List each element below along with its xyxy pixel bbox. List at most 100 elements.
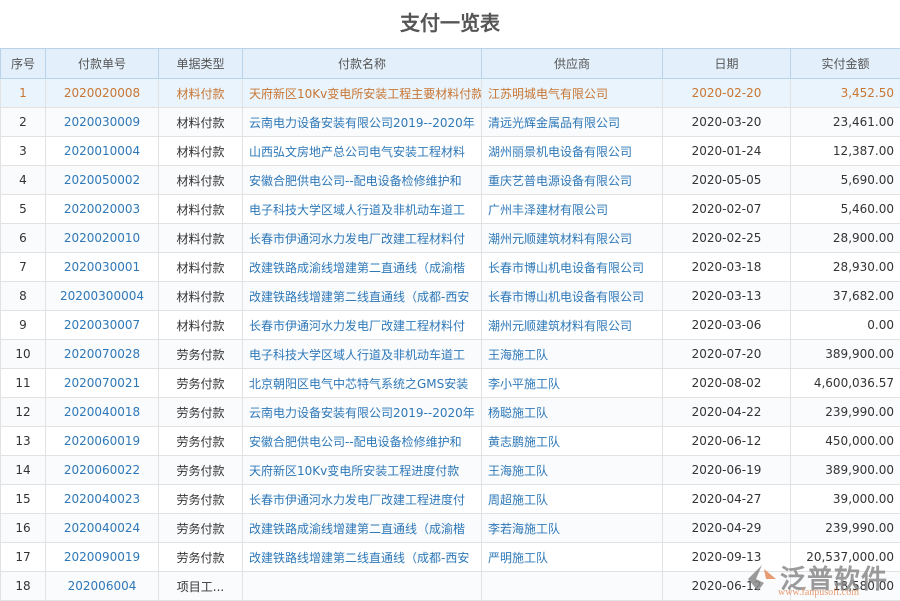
header-col-index[interactable]: 序号: [1, 49, 46, 79]
cell-supplier[interactable]: 李若海施工队: [482, 514, 663, 543]
cell-date: 2020-04-27: [663, 485, 791, 514]
cell-supplier[interactable]: 严明施工队: [482, 543, 663, 572]
cell-payment-name[interactable]: 安徽合肥供电公司--配电设备检修维护和: [243, 427, 482, 456]
cell-payment-name[interactable]: 长春市伊通河水力发电厂改建工程材料付: [243, 311, 482, 340]
table-row[interactable]: 42020050002材料付款安徽合肥供电公司--配电设备检修维护和重庆艺普电源…: [1, 166, 900, 195]
cell-payment-name[interactable]: [243, 572, 482, 601]
cell-payment-name[interactable]: 改建铁路线增建第二线直通线（成都-西安: [243, 543, 482, 572]
table-row[interactable]: 52020020003材料付款电子科技大学区域人行道及非机动车道工广州丰泽建材有…: [1, 195, 900, 224]
cell-payment-name[interactable]: 云南电力设备安装有限公司2019--2020年: [243, 398, 482, 427]
cell-doc-type: 材料付款: [159, 108, 243, 137]
cell-date: 2020-06-12: [663, 427, 791, 456]
cell-payment-name[interactable]: 天府新区10Kv变电所安装工程进度付款: [243, 456, 482, 485]
cell-payment-no[interactable]: 2020070021: [46, 369, 159, 398]
cell-payment-name[interactable]: 电子科技大学区域人行道及非机动车道工: [243, 340, 482, 369]
cell-supplier[interactable]: 杨聪施工队: [482, 398, 663, 427]
cell-payment-no[interactable]: 2020030007: [46, 311, 159, 340]
table-row[interactable]: 22020030009材料付款云南电力设备安装有限公司2019--2020年清远…: [1, 108, 900, 137]
cell-supplier[interactable]: 黄志鹏施工队: [482, 427, 663, 456]
cell-payment-no[interactable]: 2020030009: [46, 108, 159, 137]
table-row[interactable]: 152020040023劳务付款长春市伊通河水力发电厂改建工程进度付周超施工队2…: [1, 485, 900, 514]
cell-payment-no[interactable]: 2020060019: [46, 427, 159, 456]
cell-amount: 37,682.00: [791, 282, 900, 311]
cell-supplier[interactable]: 湖州丽景机电设备有限公司: [482, 137, 663, 166]
cell-payment-name[interactable]: 长春市伊通河水力发电厂改建工程进度付: [243, 485, 482, 514]
cell-payment-no[interactable]: 2020030001: [46, 253, 159, 282]
cell-payment-name[interactable]: 改建铁路成渝线增建第二直通线（成渝楷: [243, 514, 482, 543]
header-col-payment-no[interactable]: 付款单号: [46, 49, 159, 79]
header-col-date[interactable]: 日期: [663, 49, 791, 79]
cell-payment-name[interactable]: 改建铁路成渝线增建第二直通线（成渝楷: [243, 253, 482, 282]
cell-amount: 389,900.00: [791, 456, 900, 485]
cell-amount: 28,930.00: [791, 253, 900, 282]
cell-supplier[interactable]: 王海施工队: [482, 340, 663, 369]
cell-doc-type: 材料付款: [159, 311, 243, 340]
header-col-amount[interactable]: 实付金额: [791, 49, 900, 79]
cell-payment-no[interactable]: 2020050002: [46, 166, 159, 195]
cell-date: 2020-01-24: [663, 137, 791, 166]
cell-payment-name[interactable]: 山西弘文房地产总公司电气安装工程材料: [243, 137, 482, 166]
cell-doc-type: 材料付款: [159, 166, 243, 195]
cell-supplier[interactable]: 潮州元顺建筑材料有限公司: [482, 311, 663, 340]
header-col-doc-type[interactable]: 单据类型: [159, 49, 243, 79]
table-row[interactable]: 142020060022劳务付款天府新区10Kv变电所安装工程进度付款王海施工队…: [1, 456, 900, 485]
cell-amount: 0.00: [791, 311, 900, 340]
table-row[interactable]: 102020070028劳务付款电子科技大学区域人行道及非机动车道工王海施工队2…: [1, 340, 900, 369]
table-row[interactable]: 820200300004材料付款改建铁路线增建第二线直通线（成都-西安长春市博山…: [1, 282, 900, 311]
cell-supplier[interactable]: 重庆艺普电源设备有限公司: [482, 166, 663, 195]
cell-supplier[interactable]: 潮州元顺建筑材料有限公司: [482, 224, 663, 253]
cell-doc-type: 劳务付款: [159, 543, 243, 572]
cell-payment-no[interactable]: 2020010004: [46, 137, 159, 166]
cell-payment-no[interactable]: 2020020008: [46, 79, 159, 108]
cell-payment-name[interactable]: 北京朝阳区电气中芯特气系统之GMS安装: [243, 369, 482, 398]
table-row[interactable]: 72020030001材料付款改建铁路成渝线增建第二直通线（成渝楷长春市博山机电…: [1, 253, 900, 282]
cell-supplier[interactable]: 王海施工队: [482, 456, 663, 485]
cell-supplier[interactable]: 长春市博山机电设备有限公司: [482, 253, 663, 282]
cell-payment-no[interactable]: 202006004: [46, 572, 159, 601]
cell-index: 11: [1, 369, 46, 398]
table-row[interactable]: 132020060019劳务付款安徽合肥供电公司--配电设备检修维护和黄志鹏施工…: [1, 427, 900, 456]
cell-payment-no[interactable]: 2020020010: [46, 224, 159, 253]
cell-index: 17: [1, 543, 46, 572]
cell-date: 2020-02-20: [663, 79, 791, 108]
table-row[interactable]: 112020070021劳务付款北京朝阳区电气中芯特气系统之GMS安装李小平施工…: [1, 369, 900, 398]
table-row[interactable]: 32020010004材料付款山西弘文房地产总公司电气安装工程材料湖州丽景机电设…: [1, 137, 900, 166]
cell-supplier[interactable]: 周超施工队: [482, 485, 663, 514]
cell-payment-name[interactable]: 长春市伊通河水力发电厂改建工程材料付: [243, 224, 482, 253]
header-col-payment-name[interactable]: 付款名称: [243, 49, 482, 79]
cell-payment-no[interactable]: 2020040018: [46, 398, 159, 427]
cell-doc-type: 材料付款: [159, 79, 243, 108]
table-row[interactable]: 62020020010材料付款长春市伊通河水力发电厂改建工程材料付潮州元顺建筑材…: [1, 224, 900, 253]
cell-payment-no[interactable]: 20200300004: [46, 282, 159, 311]
cell-supplier[interactable]: 长春市博山机电设备有限公司: [482, 282, 663, 311]
cell-payment-no[interactable]: 2020040024: [46, 514, 159, 543]
cell-date: 2020-02-07: [663, 195, 791, 224]
cell-supplier[interactable]: 李小平施工队: [482, 369, 663, 398]
cell-payment-name[interactable]: 云南电力设备安装有限公司2019--2020年: [243, 108, 482, 137]
fanpu-logo-icon: [744, 563, 780, 593]
header-col-supplier[interactable]: 供应商: [482, 49, 663, 79]
cell-payment-name[interactable]: 天府新区10Kv变电所安装工程主要材料付款: [243, 79, 482, 108]
table-row[interactable]: 92020030007材料付款长春市伊通河水力发电厂改建工程材料付潮州元顺建筑材…: [1, 311, 900, 340]
payment-table: 序号付款单号单据类型付款名称供应商日期实付金额 12020020008材料付款天…: [0, 48, 900, 601]
page-title: 支付一览表: [0, 0, 900, 48]
cell-supplier[interactable]: 广州丰泽建材有限公司: [482, 195, 663, 224]
cell-payment-no[interactable]: 2020070028: [46, 340, 159, 369]
cell-payment-name[interactable]: 电子科技大学区域人行道及非机动车道工: [243, 195, 482, 224]
cell-supplier[interactable]: 江苏明城电气有限公司: [482, 79, 663, 108]
cell-doc-type: 材料付款: [159, 282, 243, 311]
cell-doc-type: 劳务付款: [159, 369, 243, 398]
table-row[interactable]: 12020020008材料付款天府新区10Kv变电所安装工程主要材料付款江苏明城…: [1, 79, 900, 108]
cell-supplier[interactable]: 清远光辉金属品有限公司: [482, 108, 663, 137]
table-row[interactable]: 122020040018劳务付款云南电力设备安装有限公司2019--2020年杨…: [1, 398, 900, 427]
cell-payment-name[interactable]: 安徽合肥供电公司--配电设备检修维护和: [243, 166, 482, 195]
cell-payment-no[interactable]: 2020040023: [46, 485, 159, 514]
cell-payment-no[interactable]: 2020090019: [46, 543, 159, 572]
cell-payment-no[interactable]: 2020060022: [46, 456, 159, 485]
cell-date: 2020-03-13: [663, 282, 791, 311]
cell-payment-no[interactable]: 2020020003: [46, 195, 159, 224]
table-row[interactable]: 162020040024劳务付款改建铁路成渝线增建第二直通线（成渝楷李若海施工队…: [1, 514, 900, 543]
cell-amount: 4,600,036.57: [791, 369, 900, 398]
cell-payment-name[interactable]: 改建铁路线增建第二线直通线（成都-西安: [243, 282, 482, 311]
cell-supplier[interactable]: [482, 572, 663, 601]
